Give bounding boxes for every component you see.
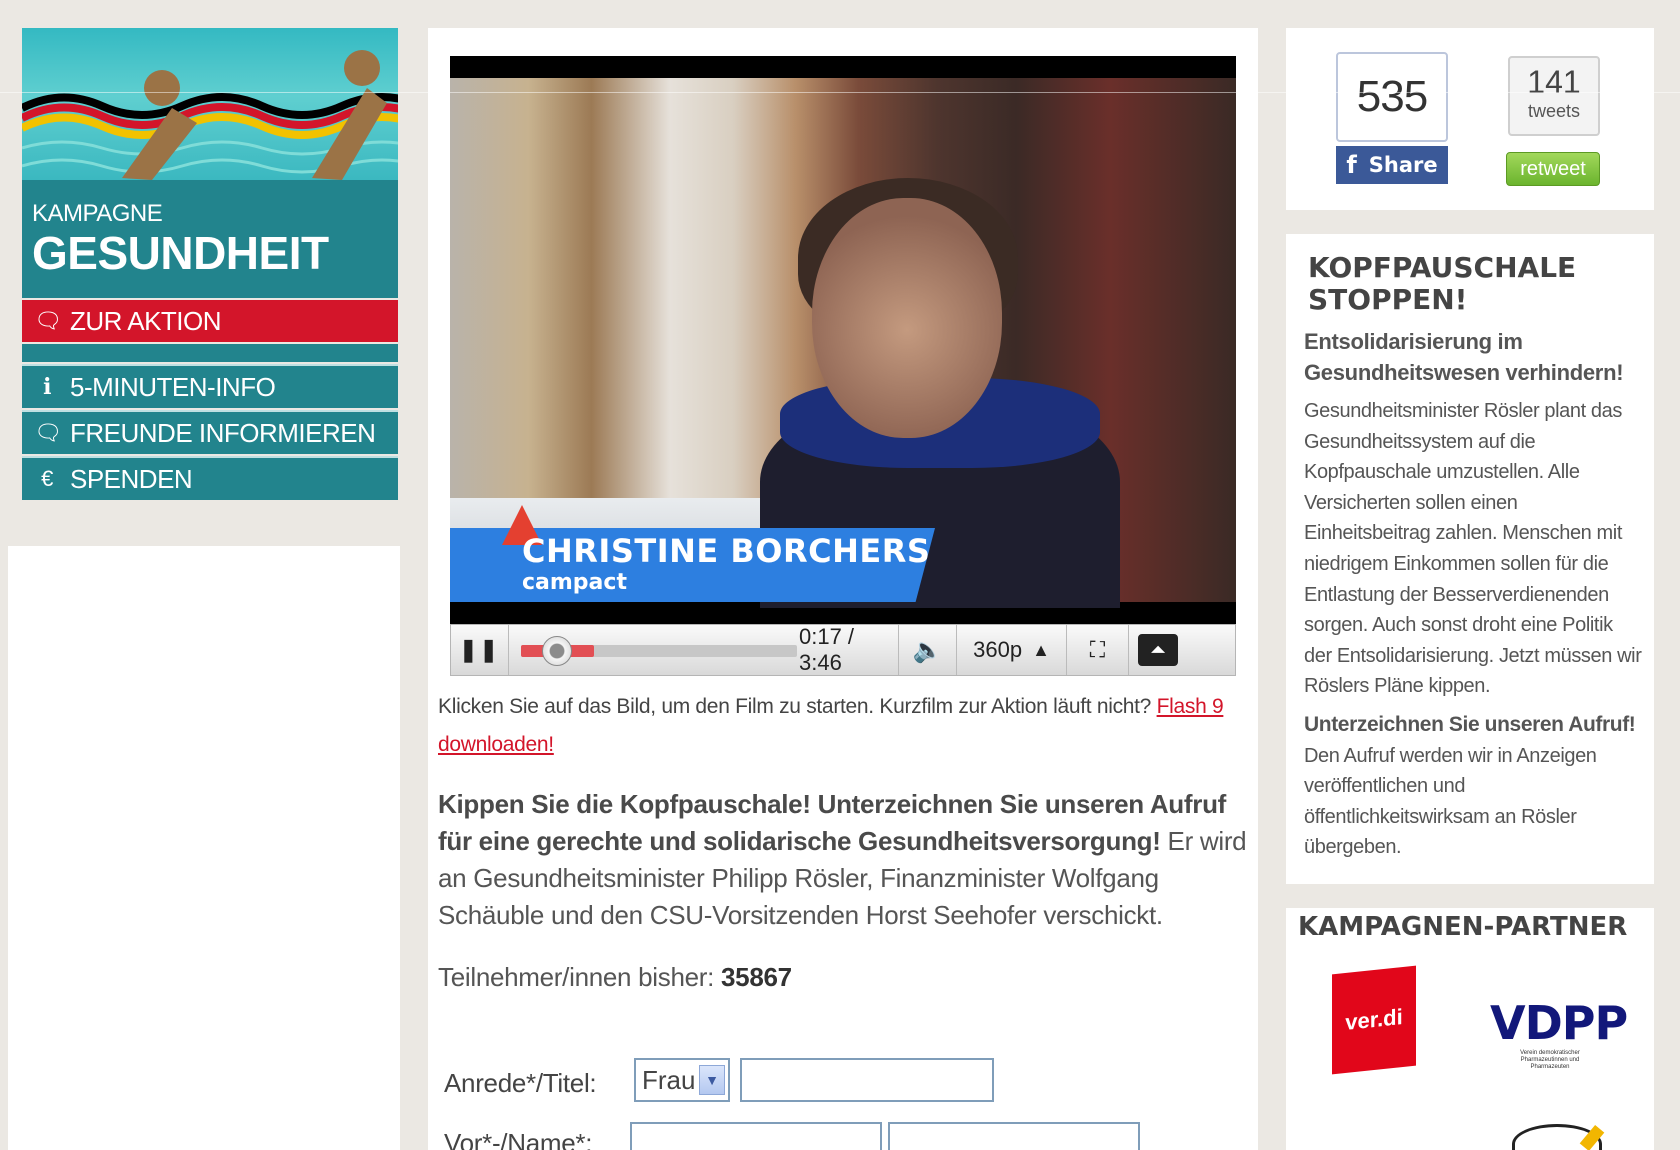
info-subtitle: Entsolidarisierung im Gesundheitswesen v… xyxy=(1304,329,1624,385)
verdi-logo[interactable]: ver.di xyxy=(1332,965,1416,1075)
speaker-icon: 🔈 xyxy=(912,636,943,664)
info-body: Gesundheitsminister Rösler plant das Ges… xyxy=(1304,400,1642,698)
video-person-face xyxy=(812,198,1002,438)
participant-count-value: 35867 xyxy=(721,962,792,992)
facebook-share-label: Share xyxy=(1368,153,1438,177)
info-cta-text: Den Aufruf werden wir in Anzeigen veröff… xyxy=(1304,744,1597,859)
nachname-input[interactable] xyxy=(888,1122,1140,1150)
lower-third-subtitle: campact xyxy=(522,570,627,595)
pause-button[interactable]: ❚❚ xyxy=(451,625,509,675)
overlay-line xyxy=(0,92,1680,93)
euro-icon: € xyxy=(41,466,53,491)
seek-bar[interactable] xyxy=(509,625,799,675)
anrede-selected-value: Frau xyxy=(642,1064,696,1095)
anrede-label: Anrede*/Titel: xyxy=(444,1068,597,1098)
fullscreen-icon: ⛶ xyxy=(1089,637,1106,662)
sidebar-item-freunde-informieren[interactable]: 🗨 FREUNDE INFORMIEREN xyxy=(22,410,398,454)
sidebar-item-zur-aktion[interactable]: 🗨 ZUR AKTION xyxy=(22,300,398,342)
facebook-share-count: 535 xyxy=(1336,52,1448,142)
video-help-note: Klicken Sie auf das Bild, um den Film zu… xyxy=(438,688,1238,764)
chevron-down-icon[interactable]: ▼ xyxy=(699,1065,725,1095)
participant-count-label: Teilnehmer/innen bisher: xyxy=(438,962,721,992)
vdpp-logo-subtitle: Verein demokratischer Pharmazeutinnen un… xyxy=(1520,1050,1580,1070)
tweet-count: 141 xyxy=(1527,64,1581,100)
tweet-count-box: 141 tweets xyxy=(1508,56,1600,136)
swimmers-illustration xyxy=(22,50,398,180)
sidebar-item-5-minuten-info[interactable]: i 5-MINUTEN-INFO xyxy=(22,364,398,408)
partner-title: KAMPAGNEN-PARTNER xyxy=(1298,912,1628,942)
facebook-share-button[interactable]: f Share xyxy=(1336,146,1448,184)
fullscreen-button[interactable]: ⛶ xyxy=(1067,625,1129,675)
campaign-banner-image xyxy=(22,28,398,180)
info-cta-headline: Unterzeichnen Sie unseren Aufruf! xyxy=(1304,713,1636,736)
volume-button[interactable]: 🔈 xyxy=(899,625,957,675)
vorname-input[interactable] xyxy=(630,1122,882,1150)
sidebar-spacer xyxy=(22,344,398,362)
sidebar-item-label: SPENDEN xyxy=(70,463,193,494)
quality-button[interactable]: 360p ▲ xyxy=(957,625,1067,675)
info-title: KOPFPAUSCHALE STOPPEN! xyxy=(1308,251,1577,316)
video-frame[interactable]: CHRISTINE BORCHERS campact xyxy=(450,78,1236,608)
video-time: 0:17 / 3:46 xyxy=(799,624,899,675)
info-call-to-action: Unterzeichnen Sie unseren Aufruf! Den Au… xyxy=(1304,710,1644,863)
pause-icon: ❚❚ xyxy=(459,637,500,662)
tweet-count-label: tweets xyxy=(1527,101,1581,121)
eject-icon: ⏶ xyxy=(1138,634,1178,666)
triangle-up-icon: ▲ xyxy=(1032,639,1050,660)
speech-bubble-icon: 🗨 xyxy=(34,420,62,445)
left-blank-area xyxy=(8,546,400,1150)
note-text: Klicken Sie auf das Bild, um den Film zu… xyxy=(438,695,1157,718)
seek-handle[interactable] xyxy=(541,636,572,666)
lower-third-name: CHRISTINE BORCHERS xyxy=(522,532,931,570)
info-icon: i xyxy=(43,374,51,400)
sidebar-item-label: 5-MINUTEN-INFO xyxy=(70,371,276,402)
video-controls: ❚❚ 0:17 / 3:46 🔈 360p ▲ ⛶ ⏶ xyxy=(450,624,1236,676)
quality-label: 360p xyxy=(973,637,1023,662)
titel-input[interactable] xyxy=(740,1058,994,1102)
campaign-label: KAMPAGNE xyxy=(32,200,163,227)
sidebar-item-label: ZUR AKTION xyxy=(70,305,222,336)
appeal-intro: Kippen Sie die Kopfpauschale! Unterzeich… xyxy=(438,786,1248,934)
name-label: Vor*-/Name*: xyxy=(444,1128,593,1150)
vdpp-logo[interactable]: VDPP xyxy=(1490,996,1628,1050)
video-player[interactable]: CHRISTINE BORCHERS campact xyxy=(450,56,1236,624)
appeal-headline: Kippen Sie die Kopfpauschale! Unterzeich… xyxy=(438,789,1227,856)
sidebar-item-spenden[interactable]: € SPENDEN xyxy=(22,456,398,500)
retweet-button[interactable]: retweet xyxy=(1506,152,1600,186)
speech-bubble-icon: 🗨 xyxy=(34,308,62,333)
sidebar-item-label: FREUNDE INFORMIEREN xyxy=(70,417,376,448)
facebook-icon: f xyxy=(1346,151,1357,179)
expand-button[interactable]: ⏶ xyxy=(1129,625,1187,675)
campaign-title: GESUNDHEIT xyxy=(32,227,329,279)
participant-count: Teilnehmer/innen bisher: 35867 xyxy=(438,962,792,993)
anrede-select[interactable]: Frau ▼ xyxy=(634,1058,730,1102)
